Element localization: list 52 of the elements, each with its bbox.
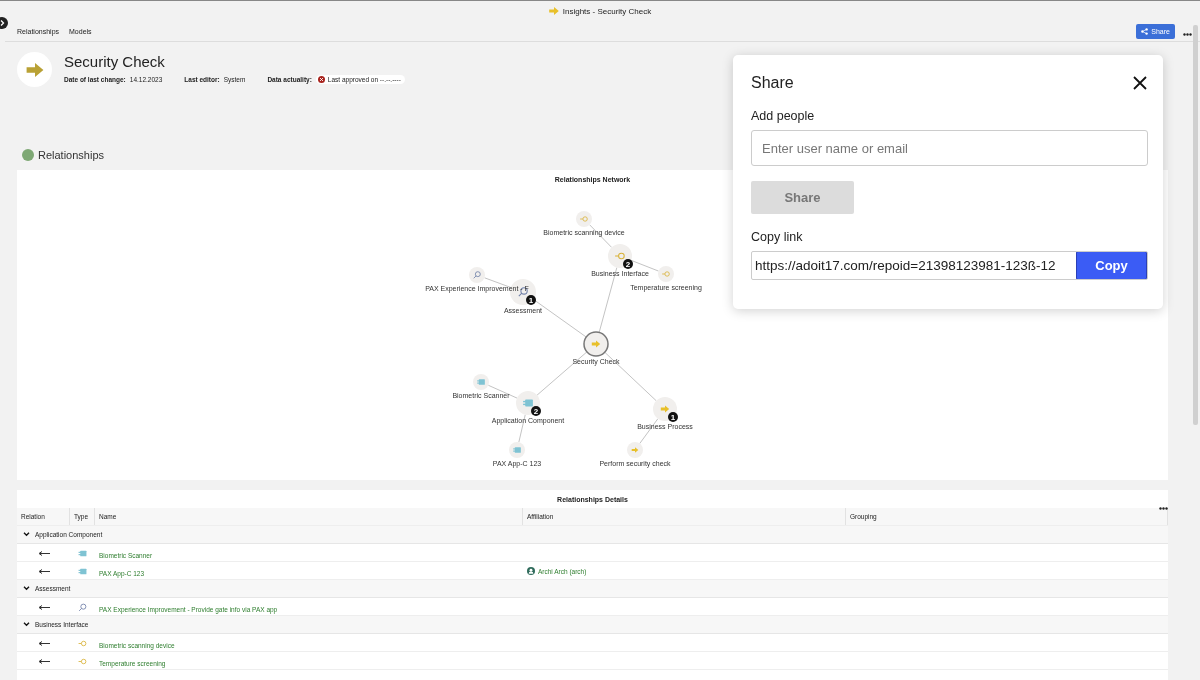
window-title: Insights - Security Check [562,6,652,16]
user-icon [527,567,535,575]
connector-line [630,259,660,272]
interface-icon [661,271,670,277]
arrow-icon [631,447,639,453]
component-icon [78,548,87,558]
chevron-icon [23,622,30,627]
interface-icon [78,638,87,648]
graph-node[interactable] [576,211,592,227]
chevron-icon [23,586,30,591]
component-icon [513,447,521,453]
scrollbar[interactable] [1193,25,1198,425]
component-icon [477,379,485,385]
count-badge: 2 [623,259,633,269]
interface-icon [579,216,588,222]
close-button[interactable] [1132,75,1148,91]
search-icon [518,287,528,297]
page-title: Security Check [64,53,166,70]
graph-node[interactable] [658,266,674,282]
interface-icon [614,252,625,260]
chevron-icon [23,532,30,537]
link-field[interactable]: https://adoit17.com/repoid=21398123981-123ß-12 Copy [751,251,1148,280]
arrow-icon [25,62,44,77]
search-icon [473,271,481,279]
left-arrow-icon [37,658,50,664]
count-badge: 1 [526,295,536,305]
arrow-icon [660,405,670,413]
search-icon [78,602,87,612]
connector-line [484,277,512,288]
left-arrow-icon [37,604,50,610]
left-arrow-icon [37,550,50,556]
arrow-icon [591,340,601,348]
people-input[interactable]: Enter user name or email [751,130,1148,166]
left-arrow-icon [37,568,50,574]
graph-node[interactable] [627,442,643,458]
left-arrow-icon [37,640,50,646]
component-icon [523,399,533,407]
arrow-icon [548,7,559,15]
count-badge: 2 [531,406,541,416]
focus-node[interactable] [583,331,609,357]
field-label: Copy link [751,230,804,246]
count-badge: 1 [668,412,678,422]
interface-icon [78,656,87,666]
error-icon [317,76,325,83]
field-label: Add people [751,109,816,125]
share-icon [1141,27,1149,35]
section-title: Relationships [38,149,105,161]
copy-button[interactable]: Copy [1076,252,1147,279]
dialog-title: Share [751,74,794,92]
component-icon [78,566,87,576]
graph-node[interactable] [469,267,485,283]
section-dot [22,149,34,161]
